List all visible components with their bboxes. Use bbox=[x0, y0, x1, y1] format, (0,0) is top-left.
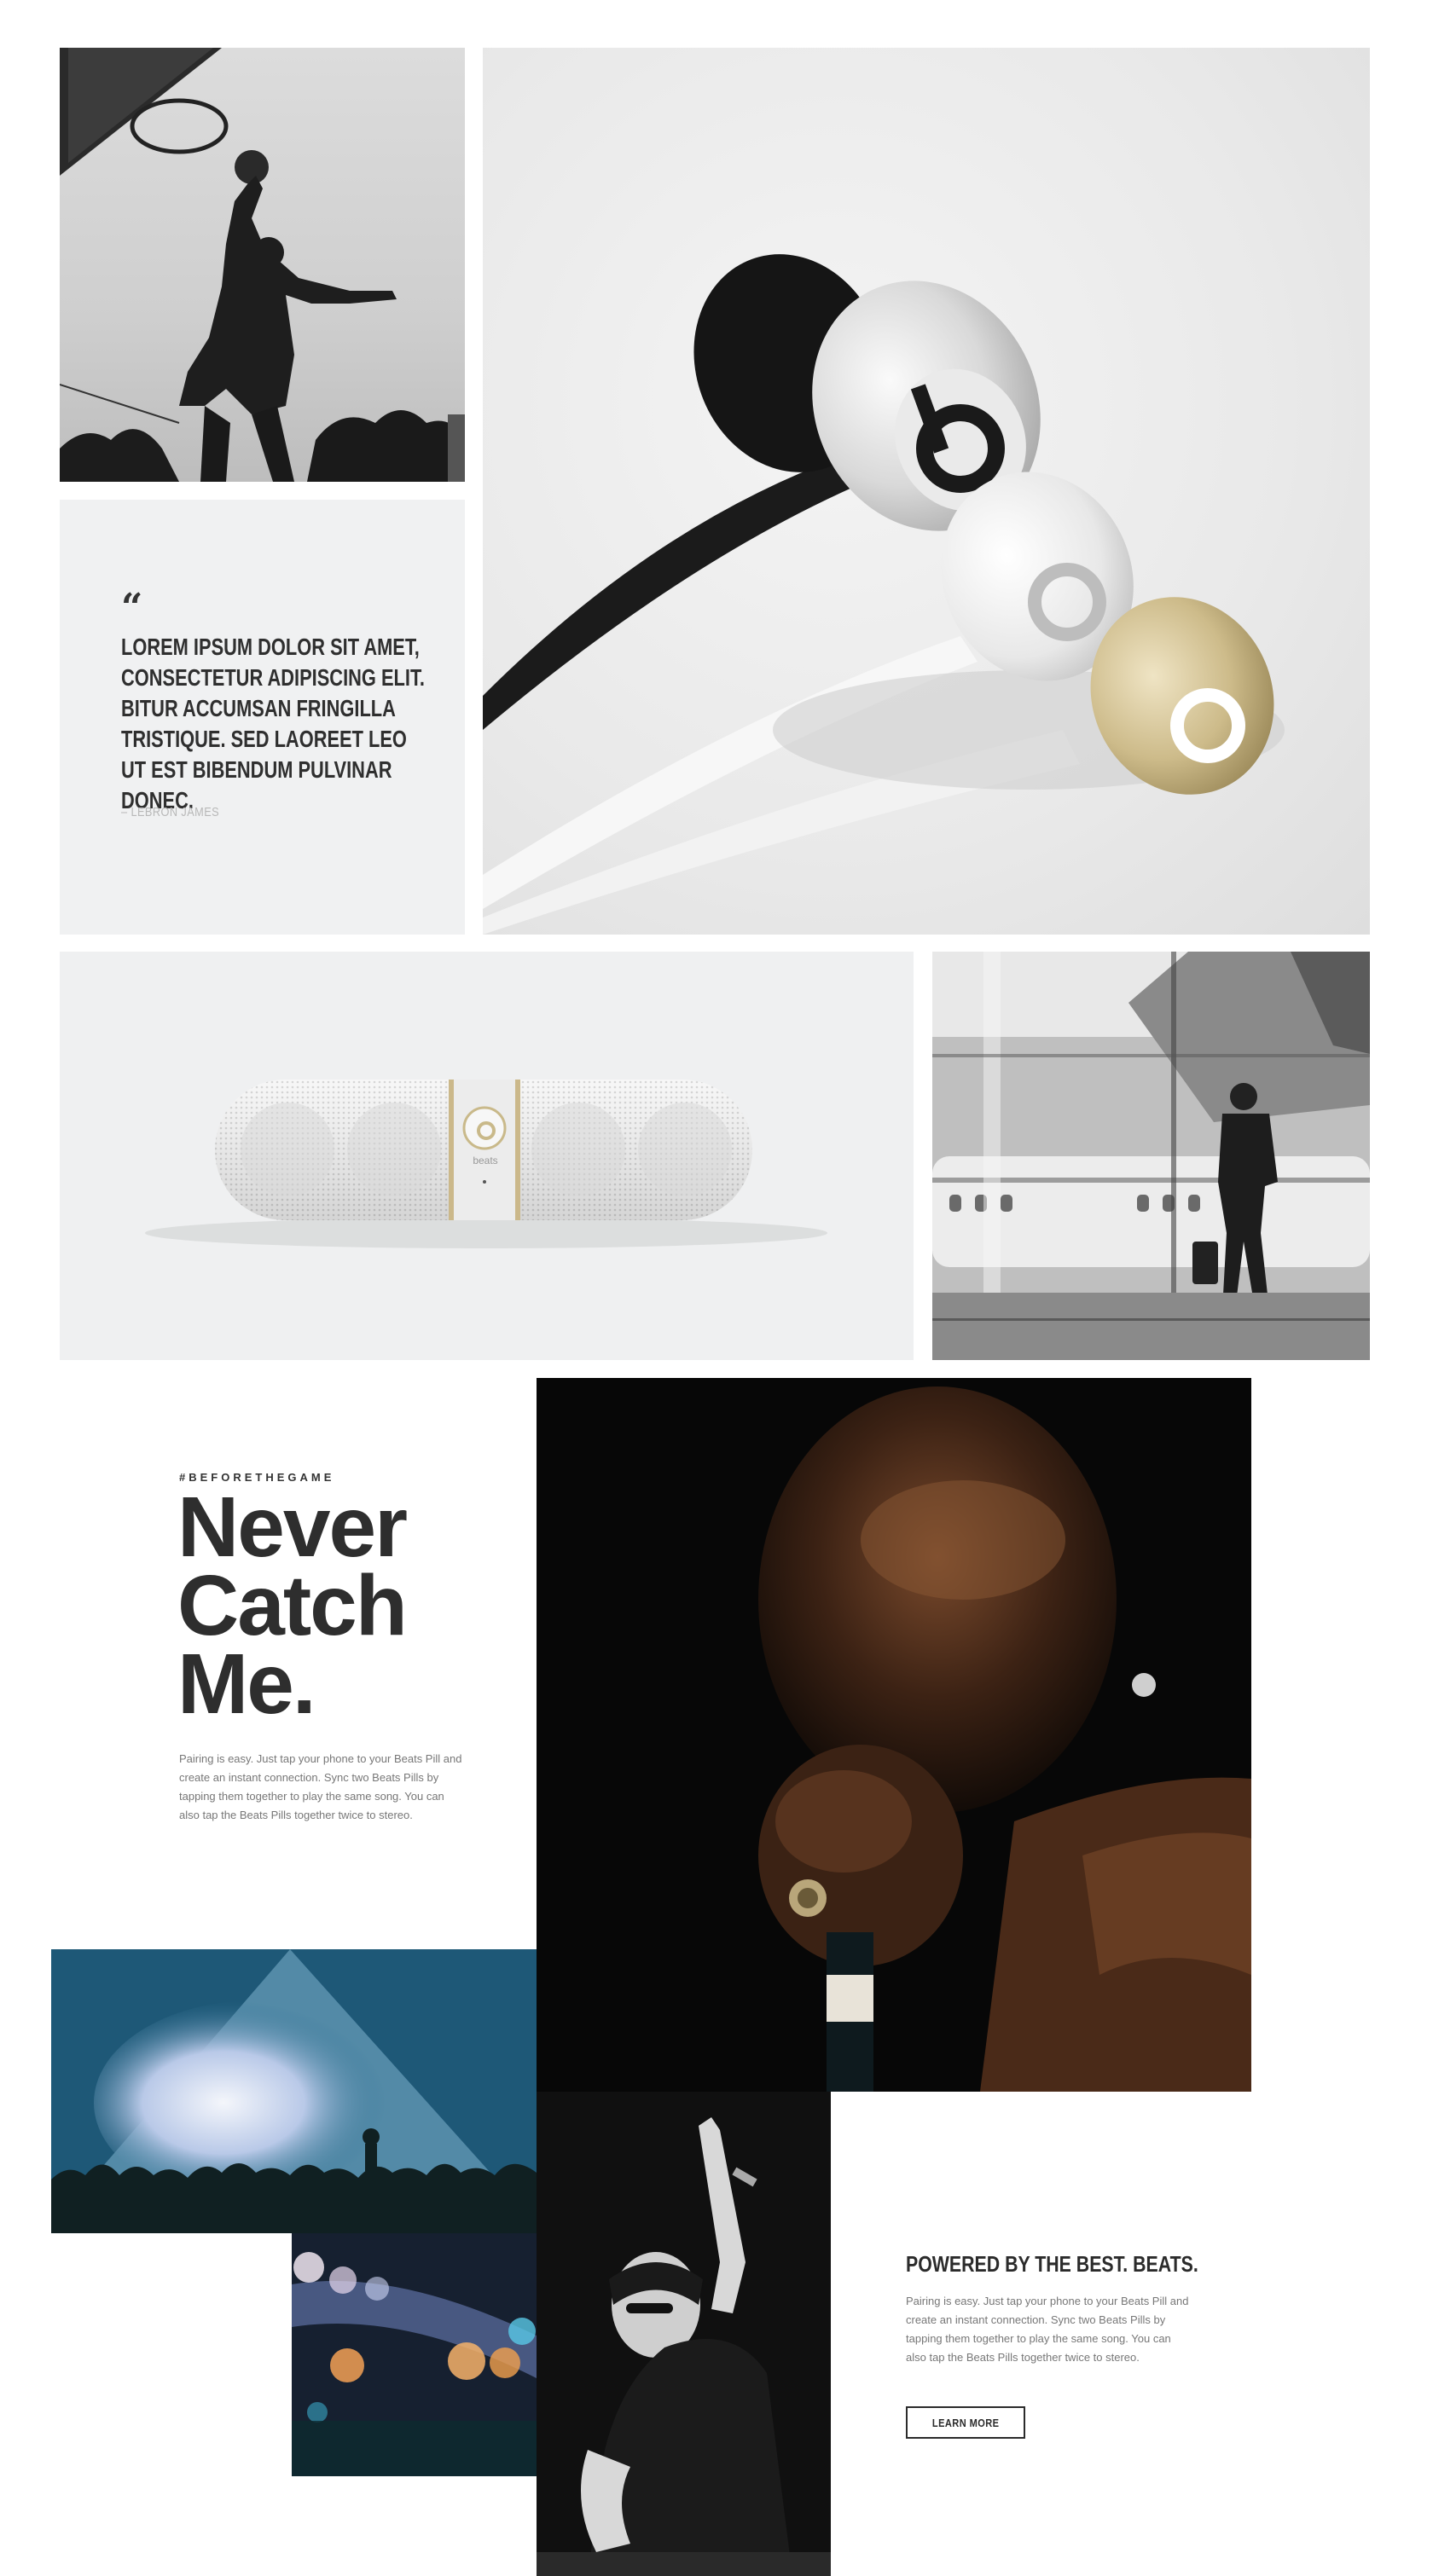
learn-more-button[interactable]: LEARN MORE bbox=[906, 2406, 1025, 2439]
hashtag-label: #BEFORETHEGAME bbox=[179, 1471, 335, 1484]
quote-card: “ LOREM IPSUM DOLOR SIT AMET, CONSECTETU… bbox=[60, 500, 465, 935]
speaker-brand-label: beats bbox=[473, 1155, 498, 1166]
concert-light-photo bbox=[51, 1949, 537, 2233]
earbuds-product-photo bbox=[483, 48, 1370, 935]
bokeh-lights-photo bbox=[292, 2233, 537, 2476]
learn-more-label: LEARN MORE bbox=[931, 2416, 1000, 2429]
artist-portrait-photo bbox=[537, 1378, 1251, 2092]
dj-performer-photo bbox=[537, 2092, 831, 2576]
headline-line-3: Me. bbox=[177, 1636, 316, 1732]
hero-headline: Never Catch Me. bbox=[177, 1488, 519, 1744]
quote-mark-icon: “ bbox=[121, 586, 143, 629]
hero-body-text: Pairing is easy. Just tap your phone to … bbox=[179, 1752, 462, 1821]
headline-line-1: Never bbox=[177, 1488, 408, 1575]
powered-section-body: Pairing is easy. Just tap your phone to … bbox=[906, 2295, 1189, 2364]
basketball-dunk-photo bbox=[60, 48, 465, 482]
powered-section-title: POWERED BY THE BEST. BEATS. bbox=[906, 2251, 1198, 2277]
quote-text: LOREM IPSUM DOLOR SIT AMET, CONSECTETUR … bbox=[121, 634, 425, 813]
quote-author: – LEBRON JAMES bbox=[121, 805, 220, 819]
speaker-product-card: beats bbox=[60, 952, 914, 1360]
airport-plane-photo bbox=[932, 952, 1370, 1360]
headline-line-2: Catch bbox=[177, 1558, 408, 1653]
